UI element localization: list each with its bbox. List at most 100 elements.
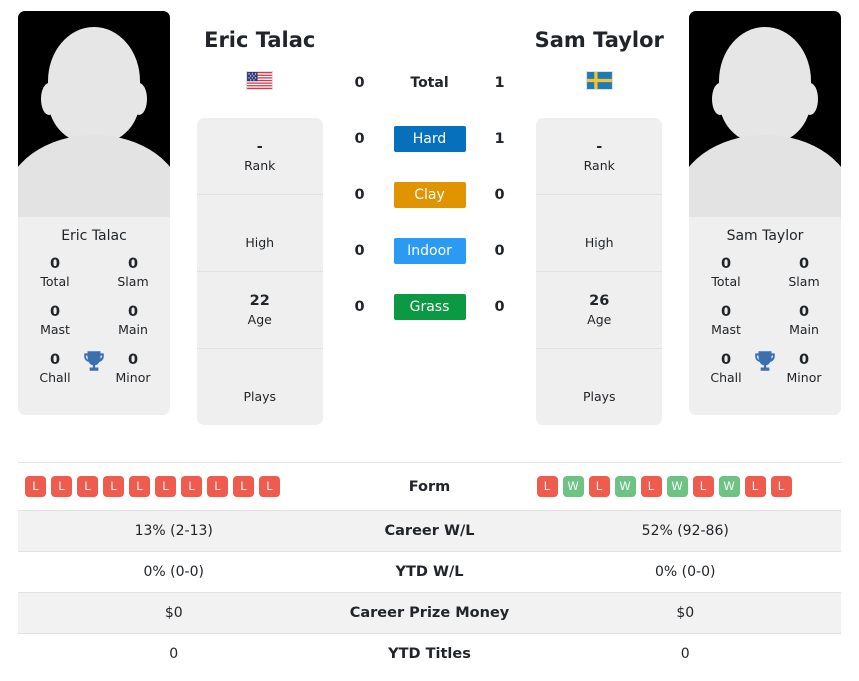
avatar-ear-left-shape: [41, 83, 57, 115]
form-badge-win: W: [614, 476, 636, 497]
form-badge-loss: L: [129, 476, 150, 497]
titles-total-left: 0 Total: [32, 255, 78, 290]
titles-row: 0 Total 0 Slam: [689, 255, 841, 290]
titles-total-label: Total: [711, 274, 741, 289]
info-plays-label: Plays: [243, 389, 277, 404]
info-plays-right: Plays: [536, 349, 662, 425]
info-plays-label: Plays: [582, 389, 616, 404]
form-badge-loss: L: [770, 476, 792, 497]
table-row-career-wl: 13% (2-13) Career W/L 52% (92-86): [18, 510, 841, 551]
titles-main-left: 0 Main: [110, 303, 156, 338]
career-wl-left: 13% (2-13): [134, 523, 213, 539]
player-info-column-right: Sam Taylor - Rank High 26 Age Plays: [510, 11, 690, 425]
ytd-titles-left: 0: [169, 646, 179, 662]
info-rank-label: Rank: [244, 158, 276, 173]
form-badge-loss: L: [640, 476, 662, 497]
form-badge-loss: L: [77, 476, 98, 497]
form-badge-loss: L: [51, 476, 72, 497]
titles-grid-right: 0 Total 0 Slam 0 Mast 0 Main 0 Chall 0 M…: [689, 253, 841, 415]
titles-chall-label: Chall: [710, 370, 742, 385]
table-row-ytd-wl: 0% (0-0) YTD W/L 0% (0-0): [18, 551, 841, 592]
form-badge-win: W: [562, 476, 584, 497]
stat-label-form: Form: [408, 478, 451, 495]
avatar-ear-left-shape: [712, 83, 728, 115]
player-comparison-header: Eric Talac 0 Total 0 Slam 0 Mast 0 Main …: [0, 0, 859, 462]
player-card-left[interactable]: Eric Talac 0 Total 0 Slam 0 Mast 0 Main …: [18, 11, 170, 415]
form-badge-win: W: [718, 476, 740, 497]
form-badge-loss: L: [692, 476, 714, 497]
h2h-grass-right-score: 0: [494, 298, 505, 315]
info-rank-value: -: [596, 139, 603, 155]
avatar-ear-right-shape: [802, 83, 818, 115]
us-flag-icon: [246, 71, 274, 90]
player-name-left: Eric Talac: [204, 28, 316, 52]
form-badge-loss: L: [259, 476, 280, 497]
h2h-total-right-score: 1: [494, 74, 505, 91]
table-row-career-prize-money: $0 Career Prize Money $0: [18, 592, 841, 633]
sweden-flag-icon: [585, 71, 613, 90]
h2h-row-clay: 0 Clay 0: [350, 180, 510, 209]
info-age-right: 26 Age: [536, 272, 663, 349]
form-badge-loss: L: [588, 476, 610, 497]
info-rank-value: -: [256, 139, 263, 155]
titles-chall-left: 0 Chall: [32, 351, 78, 386]
ytd-titles-right: 0: [680, 646, 690, 662]
titles-total-value: 0: [49, 256, 61, 272]
info-high-right: High: [536, 195, 663, 272]
avatar-head-shape: [48, 27, 140, 143]
avatar-head-shape: [719, 27, 811, 143]
form-badge-loss: L: [744, 476, 766, 497]
titles-slam-label: Slam: [117, 274, 149, 289]
titles-slam-left: 0 Slam: [110, 255, 156, 290]
career-wl-right: 52% (92-86): [641, 523, 729, 539]
titles-row: 0 Mast 0 Main: [689, 303, 841, 338]
career-prize-money-right: $0: [676, 605, 695, 621]
form-badge-loss: L: [536, 476, 558, 497]
titles-chall-right: 0 Chall: [703, 351, 749, 386]
trophy-icon: [81, 348, 107, 378]
titles-chall-value: 0: [49, 352, 61, 368]
form-badge-loss: L: [103, 476, 124, 497]
player-info-column-left: Eric Talac - Rank High 22 Age Plays: [170, 11, 350, 425]
player-card-name-right: Sam Taylor: [726, 228, 804, 244]
titles-slam-right: 0 Slam: [781, 255, 827, 290]
titles-minor-label: Minor: [115, 370, 151, 385]
titles-mast-value: 0: [49, 304, 61, 320]
form-badge-loss: L: [207, 476, 228, 497]
stat-label-career-prize-money: Career Prize Money: [349, 605, 510, 621]
titles-slam-value: 0: [798, 256, 810, 272]
player-card-right[interactable]: Sam Taylor 0 Total 0 Slam 0 Mast 0 Main …: [689, 11, 841, 415]
avatar-ear-right-shape: [131, 83, 147, 115]
surface-badge-grass[interactable]: Grass: [393, 293, 466, 320]
avatar-shoulders-shape: [689, 135, 841, 217]
info-age-value: 26: [589, 293, 610, 309]
titles-grid-left: 0 Total 0 Slam 0 Mast 0 Main 0 Chall 0 M…: [18, 253, 170, 415]
titles-chall-value: 0: [720, 352, 732, 368]
table-row-ytd-titles: 0 YTD Titles 0: [18, 633, 841, 674]
info-age-value: 22: [249, 293, 270, 309]
titles-total-value: 0: [720, 256, 732, 272]
info-high-left: High: [196, 195, 323, 272]
info-rank-right: - Rank: [536, 118, 663, 195]
titles-main-value: 0: [127, 304, 139, 320]
h2h-indoor-left-score: 0: [354, 242, 365, 259]
h2h-grass-left-score: 0: [354, 298, 365, 315]
player-info-card-left: - Rank High 22 Age Plays: [196, 118, 323, 425]
form-badge-loss: L: [181, 476, 202, 497]
info-age-label: Age: [247, 312, 272, 327]
titles-total-label: Total: [40, 274, 70, 289]
surface-badge-clay[interactable]: Clay: [393, 181, 466, 208]
surface-badge-indoor[interactable]: Indoor: [393, 237, 466, 264]
info-age-left: 22 Age: [196, 272, 323, 349]
avatar-shoulders-shape: [18, 135, 170, 217]
titles-main-label: Main: [118, 322, 148, 337]
titles-mast-label: Mast: [711, 322, 741, 337]
titles-main-value: 0: [798, 304, 810, 320]
surface-badge-hard[interactable]: Hard: [393, 125, 466, 152]
titles-chall-label: Chall: [39, 370, 71, 385]
stat-label-career-wl: Career W/L: [384, 523, 475, 539]
info-plays-left: Plays: [197, 349, 323, 425]
ytd-wl-right: 0% (0-0): [655, 564, 716, 580]
h2h-row-hard: 0 Hard 1: [350, 124, 510, 153]
info-high-label: High: [584, 235, 614, 250]
